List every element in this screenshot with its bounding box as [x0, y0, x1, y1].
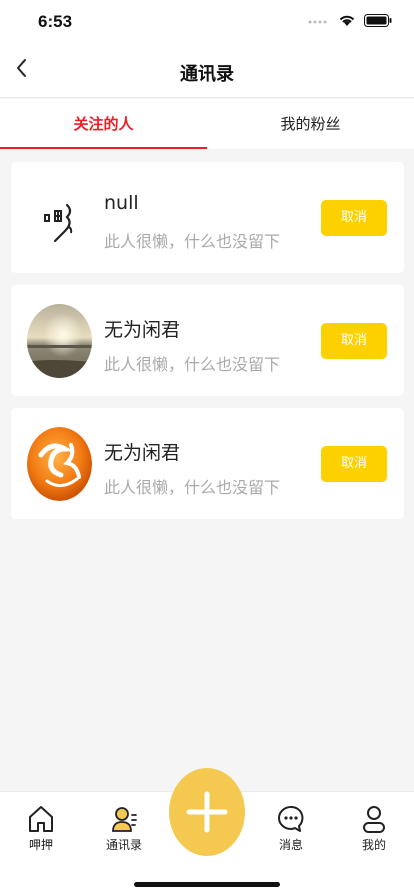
contact-list: null 此人很懒，什么也没留下 取消 无为闲君 此人很懒，什么也没留下 取消 … [11, 162, 404, 531]
nav-label: 通讯录 [105, 838, 142, 852]
sunset-lake-image [27, 304, 92, 378]
home-indicator [134, 882, 280, 887]
avatar [27, 304, 92, 378]
page-title: 通讯录 [180, 64, 234, 85]
nav-item-contacts[interactable]: 通讯录 [94, 804, 154, 853]
handwritten-logo-image [27, 181, 92, 255]
cancel-follow-button[interactable]: 取消 [321, 446, 387, 482]
cancel-follow-button[interactable]: 取消 [321, 200, 387, 236]
orange-swirl-logo-image [27, 427, 92, 501]
status-bar: 6:53 [0, 0, 414, 44]
nav-label: 呷押 [28, 838, 53, 852]
avatar [27, 181, 92, 255]
list-item[interactable]: 无为闲君 此人很懒，什么也没留下 取消 [11, 408, 404, 519]
tab-bar: 关注的人 我的粉丝 [0, 99, 414, 149]
tab-fans[interactable]: 我的粉丝 [207, 99, 414, 149]
nav-bar: 通讯录 [0, 44, 414, 98]
contact-signature: 此人很懒，什么也没留下 [104, 232, 281, 251]
tab-following[interactable]: 关注的人 [0, 99, 207, 149]
nav-item-messages[interactable]: 消息 [261, 804, 321, 853]
message-icon [278, 805, 304, 832]
signal-icon [308, 20, 327, 23]
contact-signature: 此人很懒，什么也没留下 [104, 355, 281, 374]
cancel-follow-button[interactable]: 取消 [321, 323, 387, 359]
profile-icon [363, 806, 385, 833]
contact-signature: 此人很懒，什么也没留下 [104, 478, 281, 497]
contacts-icon [112, 807, 137, 832]
avatar [27, 427, 92, 501]
battery-icon [364, 14, 392, 27]
list-item[interactable]: 无为闲君 此人很懒，什么也没留下 取消 [11, 285, 404, 396]
contact-name: 无为闲君 [104, 442, 181, 464]
plus-icon [186, 791, 228, 833]
nav-item-profile[interactable]: 我的 [344, 804, 404, 853]
list-item[interactable]: null 此人很懒，什么也没留下 取消 [11, 162, 404, 273]
nav-item-home[interactable]: 呷押 [11, 804, 71, 853]
add-button[interactable] [169, 768, 245, 856]
contact-name: 无为闲君 [104, 319, 181, 341]
nav-label: 消息 [278, 838, 303, 852]
status-time: 6:53 [38, 12, 73, 31]
wifi-icon [339, 15, 355, 26]
nav-label: 我的 [361, 838, 386, 852]
status-icons [308, 14, 392, 27]
contact-name: null [104, 192, 139, 214]
home-icon [29, 806, 53, 832]
